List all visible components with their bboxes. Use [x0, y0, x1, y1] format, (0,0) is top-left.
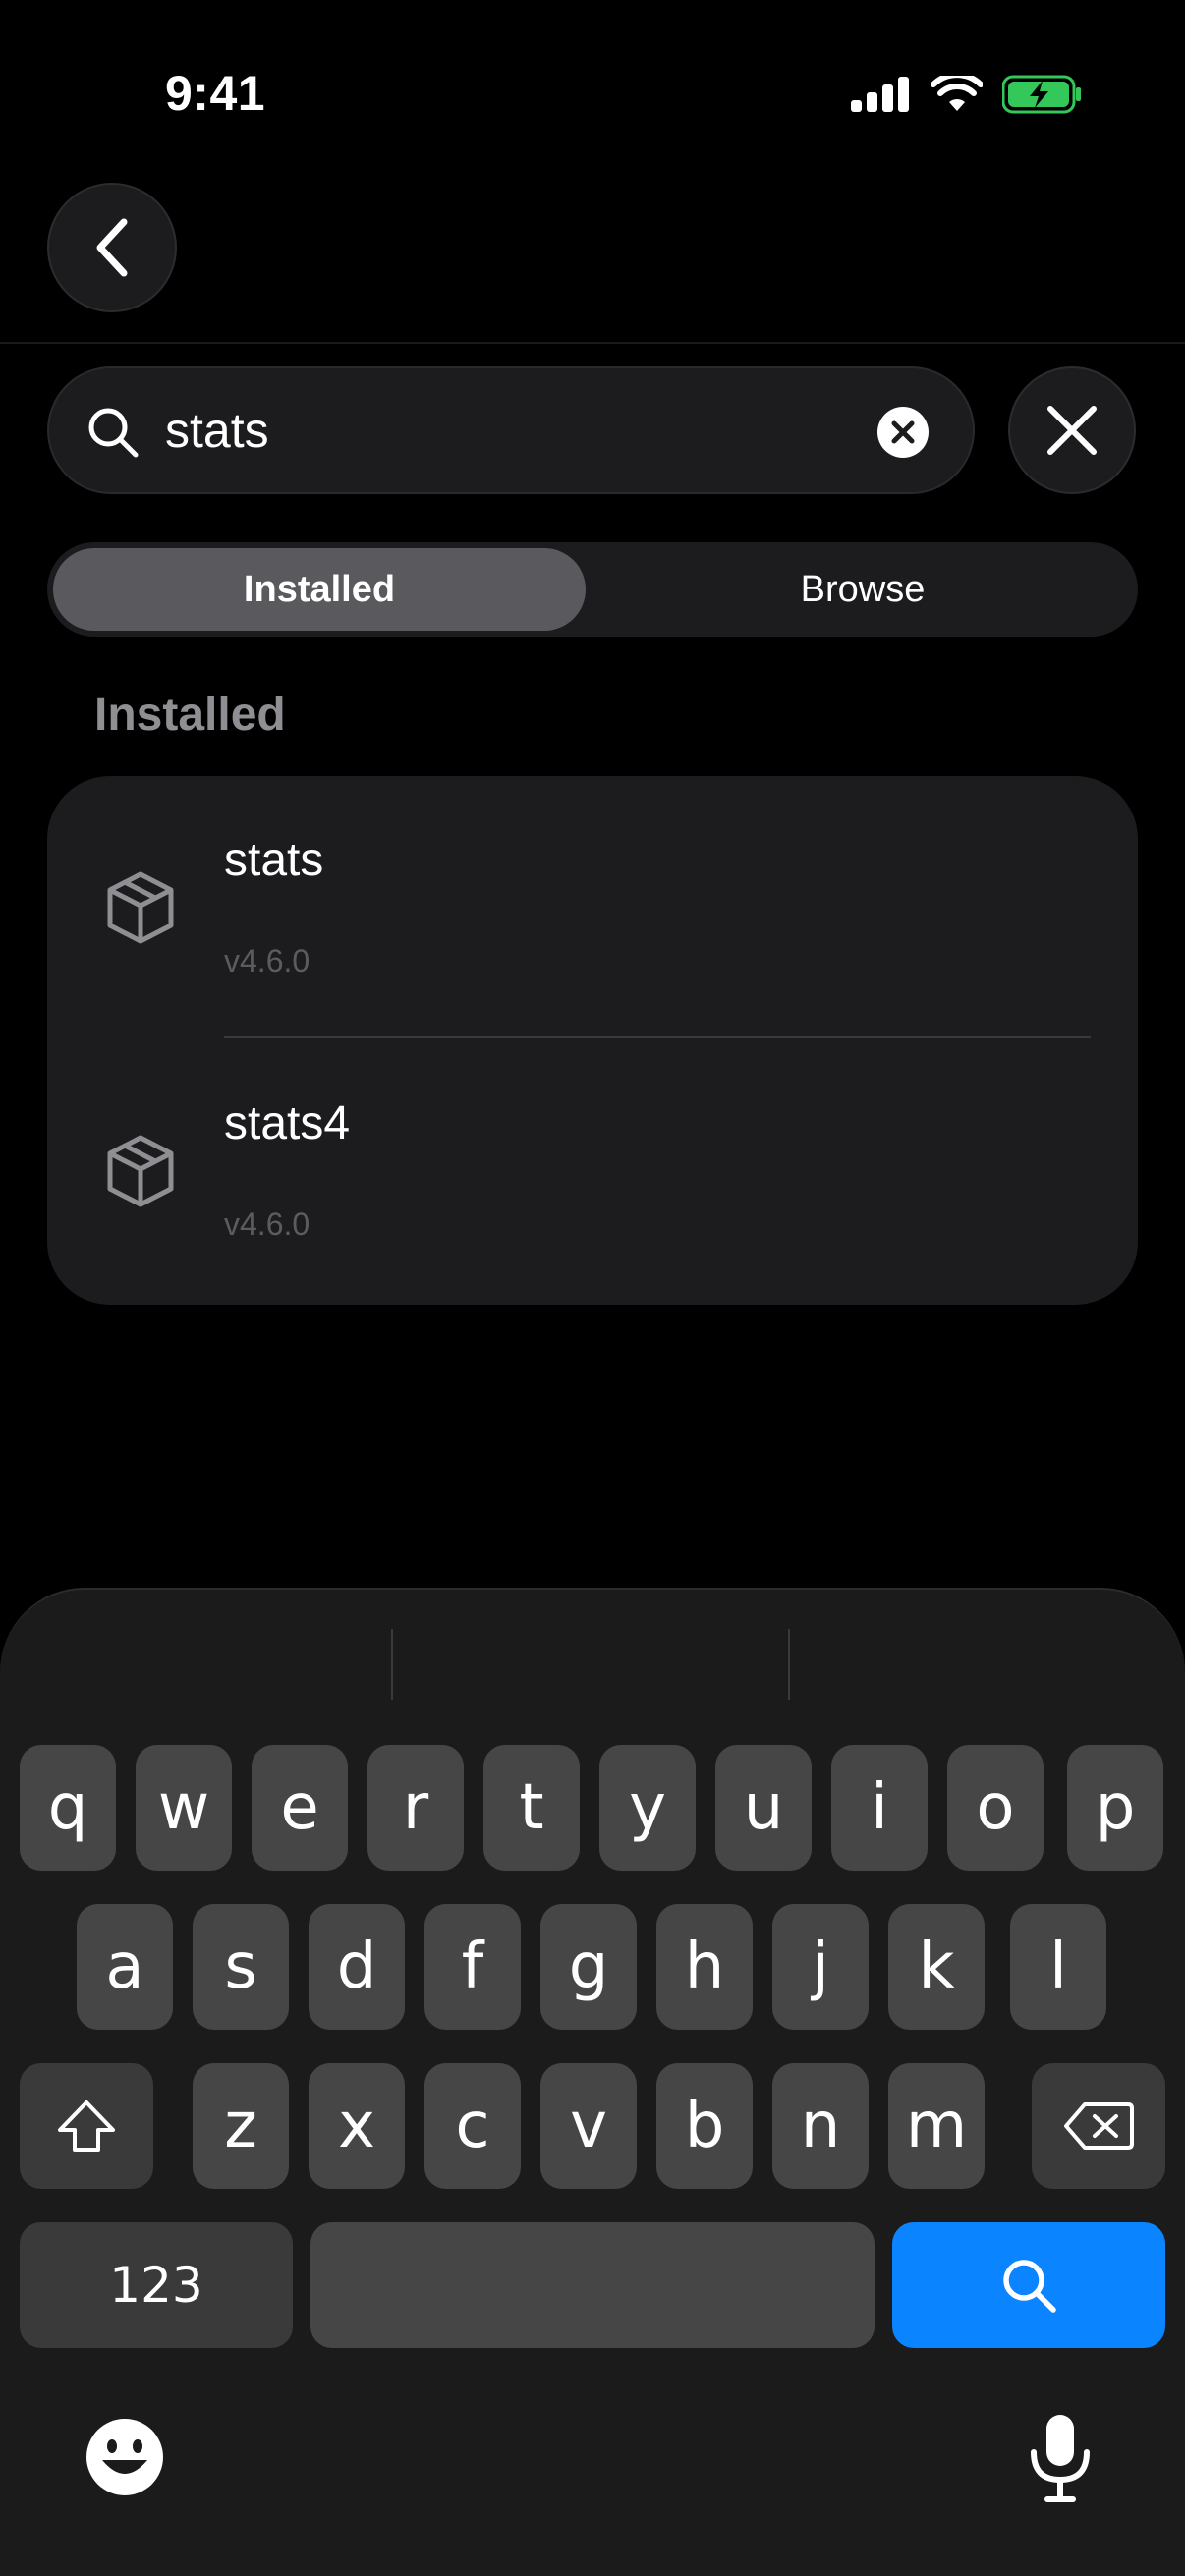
key-o[interactable]: o — [947, 1745, 1044, 1871]
search-icon — [88, 408, 139, 458]
key-r[interactable]: r — [367, 1745, 464, 1871]
key-h[interactable]: h — [656, 1904, 753, 2030]
key-x[interactable]: x — [309, 2063, 405, 2189]
key-g[interactable]: g — [540, 1904, 637, 2030]
backspace-icon — [1064, 2102, 1134, 2150]
key-w[interactable]: w — [136, 1745, 232, 1871]
microphone-icon — [1031, 2415, 1090, 2502]
wifi-icon — [931, 76, 983, 111]
list-item[interactable]: stats4 v4.6.0 — [47, 1039, 1138, 1303]
key-u[interactable]: u — [715, 1745, 812, 1871]
search-key[interactable] — [892, 2222, 1165, 2348]
package-version: v4.6.0 — [224, 943, 310, 979]
prediction-divider — [391, 1629, 393, 1700]
package-name: stats4 — [224, 1097, 351, 1149]
search-icon — [1003, 2260, 1056, 2313]
key-z[interactable]: z — [193, 2063, 289, 2189]
segment-installed[interactable]: Installed — [53, 548, 586, 631]
key-d[interactable]: d — [309, 1904, 405, 2030]
status-icons — [851, 75, 1083, 114]
numbers-key[interactable]: 123 — [20, 2222, 293, 2348]
key-p[interactable]: p — [1067, 1745, 1163, 1871]
chevron-left-icon — [96, 218, 128, 277]
close-search-button[interactable] — [1008, 366, 1136, 494]
cellular-signal-icon — [851, 77, 909, 112]
status-time: 9:41 — [165, 66, 266, 121]
package-name: stats — [224, 834, 324, 886]
key-i[interactable]: i — [831, 1745, 928, 1871]
delete-key[interactable] — [1032, 2063, 1165, 2189]
key-l[interactable]: l — [1010, 1904, 1106, 2030]
key-v[interactable]: v — [540, 2063, 637, 2189]
segment-browse[interactable]: Browse — [593, 548, 1132, 631]
header-divider — [0, 342, 1185, 344]
row-divider — [224, 1036, 1091, 1038]
key-t[interactable]: t — [483, 1745, 580, 1871]
shift-icon — [58, 2100, 115, 2152]
key-m[interactable]: m — [888, 2063, 985, 2189]
key-b[interactable]: b — [656, 2063, 753, 2189]
key-j[interactable]: j — [772, 1904, 869, 2030]
battery-charging-icon — [1002, 75, 1081, 114]
key-c[interactable]: c — [424, 2063, 521, 2189]
key-k[interactable]: k — [888, 1904, 985, 2030]
prediction-divider — [788, 1629, 790, 1700]
package-icon — [107, 871, 174, 944]
space-key[interactable] — [310, 2222, 875, 2348]
search-input[interactable]: stats — [165, 402, 269, 459]
package-version: v4.6.0 — [224, 1206, 310, 1242]
section-title: Installed — [94, 689, 286, 741]
close-icon — [1047, 406, 1097, 455]
shift-key[interactable] — [20, 2063, 153, 2189]
dictation-button[interactable] — [1028, 2413, 1093, 2503]
key-a[interactable]: a — [77, 1904, 173, 2030]
keyboard: q w e r t y u i o p a s d f g h j k l z … — [0, 1588, 1185, 2576]
search-field[interactable]: stats — [47, 366, 975, 494]
key-f[interactable]: f — [424, 1904, 521, 2030]
key-s[interactable]: s — [193, 1904, 289, 2030]
package-icon — [107, 1135, 174, 1207]
list-item[interactable]: stats v4.6.0 — [47, 776, 1138, 1039]
emoji-icon — [86, 2419, 163, 2495]
segmented-control: Installed Browse — [47, 542, 1138, 637]
key-e[interactable]: e — [252, 1745, 348, 1871]
key-q[interactable]: q — [20, 1745, 116, 1871]
back-button[interactable] — [47, 183, 177, 312]
emoji-button[interactable] — [85, 2417, 165, 2497]
package-list: stats v4.6.0 stats4 v4.6.0 — [47, 776, 1138, 1305]
key-y[interactable]: y — [599, 1745, 696, 1871]
clear-text-icon[interactable] — [876, 406, 930, 459]
key-n[interactable]: n — [772, 2063, 869, 2189]
